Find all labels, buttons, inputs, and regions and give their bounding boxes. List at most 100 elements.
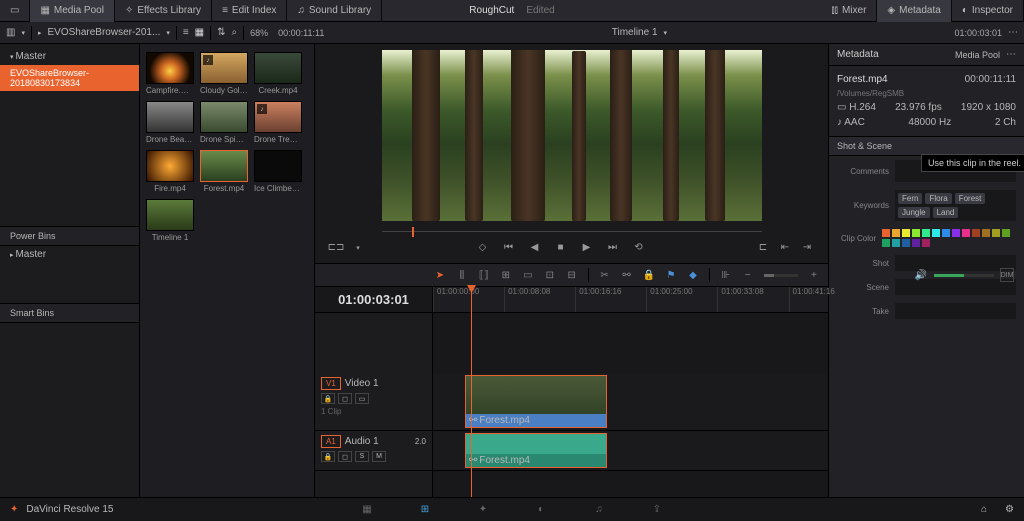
timeline-tab[interactable]: Timeline 1▾ bbox=[606, 22, 673, 44]
blade-icon[interactable]: ✂ bbox=[599, 268, 611, 282]
audio-clip[interactable]: ⚯Forest.mp4 bbox=[465, 433, 607, 468]
metadata-preset[interactable]: Media Pool bbox=[955, 50, 1000, 60]
lock-icon[interactable]: 🔒 bbox=[643, 268, 655, 282]
sort-icon[interactable]: ⇅ bbox=[217, 27, 225, 38]
play-icon[interactable]: ▶ bbox=[580, 241, 594, 255]
play-reverse-icon[interactable]: ◀ bbox=[528, 241, 542, 255]
marker-icon[interactable]: ◇ bbox=[476, 241, 490, 255]
clip-thumb-selected[interactable]: Forest.mp4 bbox=[200, 150, 248, 193]
edit-page-icon[interactable]: ⊞ bbox=[416, 503, 434, 517]
clip-thumb[interactable]: Drone Beach... bbox=[146, 101, 194, 144]
mute-icon[interactable]: M bbox=[372, 451, 386, 462]
timeline-ruler[interactable]: 01:00:00:00 01:00:08:08 01:00:16:16 01:0… bbox=[433, 287, 828, 312]
bottom-bar: ✦ DaVinci Resolve 15 ▦ ⊞ ✦ ◐ ♫ ⇪ ⌂ ⚙ bbox=[0, 497, 1024, 521]
in-out-icon[interactable]: ⊏ bbox=[756, 241, 770, 255]
inspector-icon: ◐ bbox=[962, 5, 968, 16]
deliver-page-icon[interactable]: ⇪ bbox=[648, 503, 666, 517]
track-display-icon[interactable]: ▭ bbox=[355, 393, 369, 404]
trim-tool-icon[interactable]: ⫼ bbox=[456, 268, 468, 282]
media-page-icon[interactable]: ▦ bbox=[358, 503, 376, 517]
effects-library-tab[interactable]: ✧Effects Library bbox=[115, 0, 212, 22]
lock-icon[interactable]: 🔒 bbox=[321, 451, 335, 462]
clip-thumb[interactable]: Drone Spin at... bbox=[200, 101, 248, 144]
solo-icon[interactable]: S bbox=[355, 451, 369, 462]
flag-icon[interactable]: ⚑ bbox=[665, 268, 677, 282]
arrow-tool-icon[interactable]: ➤ bbox=[434, 268, 446, 282]
playhead[interactable] bbox=[471, 287, 472, 497]
blade-tool-icon[interactable]: ⟦⟧ bbox=[478, 268, 490, 282]
power-bins-header[interactable]: Power Bins bbox=[0, 226, 139, 246]
inspector-tab[interactable]: ◐Inspector bbox=[952, 0, 1024, 22]
video-track[interactable]: ⚯Forest.mp4 bbox=[433, 373, 828, 431]
arm-icon[interactable]: ◻ bbox=[338, 451, 352, 462]
match-frame-icon[interactable]: ⊏⊐ bbox=[329, 241, 343, 255]
clip-thumb[interactable]: Fire.mp4 bbox=[146, 150, 194, 193]
viewer-scrubber[interactable] bbox=[382, 225, 762, 237]
sound-library-tab[interactable]: ♫Sound Library bbox=[287, 0, 382, 22]
goto-in-icon[interactable]: ⇤ bbox=[778, 241, 792, 255]
fairlight-page-icon[interactable]: ♫ bbox=[590, 503, 608, 517]
chevron-down-icon[interactable]: ▾ bbox=[21, 29, 25, 37]
home-icon[interactable]: ⌂ bbox=[981, 504, 987, 515]
lock-icon[interactable]: 🔒 bbox=[321, 393, 335, 404]
smart-bins-header[interactable]: Smart Bins bbox=[0, 303, 139, 323]
video-track-header[interactable]: V1Video 1 🔒◻▭ 1 Clip bbox=[315, 373, 432, 431]
replace-icon[interactable]: ⊡ bbox=[544, 268, 556, 282]
zoom-slider[interactable] bbox=[764, 274, 798, 277]
bin-selected[interactable]: EVOShareBrowser-20180830173834 bbox=[0, 65, 139, 91]
bin-breadcrumb[interactable]: ▸EVOShareBrowser-201...▾ bbox=[32, 22, 176, 44]
clip-color-picker[interactable] bbox=[882, 229, 1016, 247]
sub-bar: ▥▾ ▸EVOShareBrowser-201...▾ ≡ ▦ ⇅ ⌕ 68% … bbox=[0, 22, 1024, 44]
metadata-title: Metadata bbox=[837, 49, 879, 60]
dim-icon[interactable]: DIM bbox=[1000, 268, 1014, 282]
loop-icon[interactable]: ⟲ bbox=[632, 241, 646, 255]
zoom-level[interactable]: 68% bbox=[250, 28, 268, 38]
clip-thumb[interactable]: Campfire.mp4 bbox=[146, 52, 194, 95]
video-clip[interactable]: ⚯Forest.mp4 bbox=[465, 375, 607, 428]
clip-thumb[interactable]: ♪Cloudy Golde... bbox=[200, 52, 248, 95]
goto-out-icon[interactable]: ⇥ bbox=[800, 241, 814, 255]
chevron-down-icon[interactable]: ▾ bbox=[351, 241, 365, 255]
view-list-icon[interactable]: ≡ bbox=[183, 27, 189, 38]
edit-index-tab[interactable]: ≡Edit Index bbox=[212, 0, 287, 22]
marker-icon[interactable]: ◆ bbox=[687, 268, 699, 282]
layout-icon[interactable]: ▥ bbox=[6, 27, 15, 38]
color-page-icon[interactable]: ◐ bbox=[532, 503, 550, 517]
search-icon[interactable]: ⌕ bbox=[232, 27, 238, 38]
media-pool-tab[interactable]: ▦Media Pool bbox=[30, 0, 114, 22]
fit-icon[interactable]: ⊟ bbox=[566, 268, 578, 282]
workspace-toggle[interactable]: ▭ bbox=[0, 0, 30, 22]
volume-icon[interactable]: 🔊 bbox=[914, 268, 928, 282]
link-icon[interactable]: ⚯ bbox=[621, 268, 633, 282]
keywords-field[interactable]: Fern Flora Forest Jungle Land bbox=[895, 190, 1016, 221]
power-bin-master[interactable]: ▸ Master bbox=[0, 246, 139, 263]
clip-thumb[interactable]: Ice Climber.m... bbox=[254, 150, 302, 193]
stop-icon[interactable]: ■ bbox=[554, 241, 568, 255]
mixer-tab[interactable]: ⫾⫾Mixer bbox=[822, 0, 878, 22]
bin-master[interactable]: ▾ Master bbox=[0, 48, 139, 65]
volume-slider[interactable] bbox=[934, 274, 994, 277]
zoom-in-icon[interactable]: + bbox=[808, 268, 820, 282]
overwrite-icon[interactable]: ▭ bbox=[522, 268, 534, 282]
view-thumb-icon[interactable]: ▦ bbox=[195, 27, 204, 38]
take-field[interactable] bbox=[895, 303, 1016, 319]
clip-thumb[interactable]: ♪Drone Trees a... bbox=[254, 101, 302, 144]
metadata-tab[interactable]: ◈Metadata bbox=[877, 0, 951, 22]
fusion-page-icon[interactable]: ✦ bbox=[474, 503, 492, 517]
audio-icon: ♪ bbox=[257, 104, 267, 114]
zoom-out-icon[interactable]: − bbox=[742, 268, 754, 282]
snap-icon[interactable]: ⊪ bbox=[720, 268, 732, 282]
next-clip-icon[interactable]: ⏭ bbox=[606, 241, 620, 255]
audio-track[interactable]: ⚯Forest.mp4 bbox=[433, 431, 828, 471]
track-enable-icon[interactable]: ◻ bbox=[338, 393, 352, 404]
options-icon[interactable]: ⋯ bbox=[1008, 27, 1018, 38]
settings-icon[interactable]: ⚙ bbox=[1005, 504, 1014, 515]
clip-thumb[interactable]: Creek.mp4 bbox=[254, 52, 302, 95]
timeline-thumb[interactable]: Timeline 1 bbox=[146, 199, 194, 242]
playhead-timecode: 01:00:03:01 bbox=[338, 292, 409, 307]
viewer[interactable] bbox=[382, 50, 762, 221]
audio-track-header[interactable]: A1Audio 12.0 🔒◻SM bbox=[315, 431, 432, 471]
options-icon[interactable]: ⋯ bbox=[1006, 49, 1016, 60]
insert-icon[interactable]: ⊞ bbox=[500, 268, 512, 282]
prev-clip-icon[interactable]: ⏮ bbox=[502, 241, 516, 255]
